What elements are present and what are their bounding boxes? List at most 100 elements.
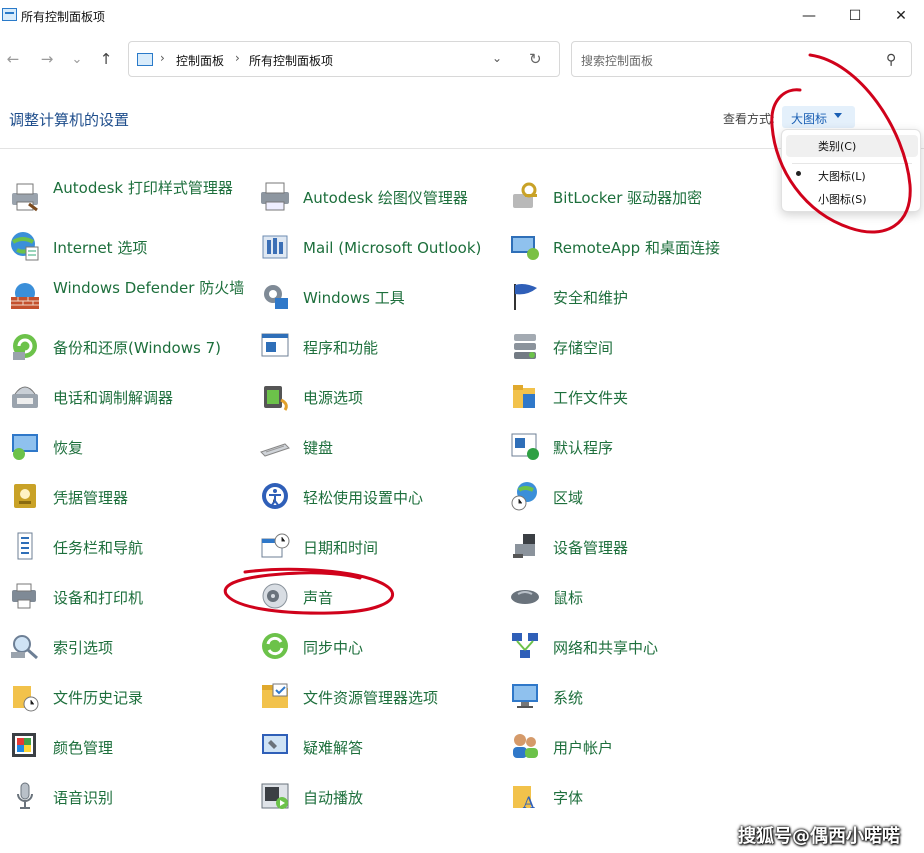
region-icon [511, 482, 537, 511]
recent-locations-button[interactable]: ⌄ [64, 48, 90, 70]
menu-item-category[interactable]: 类别(C) [818, 138, 856, 154]
control-panel-item-label: 疑难解答 [303, 739, 364, 757]
color-management-icon [12, 733, 36, 757]
control-panel-item-label: 鼠标 [553, 589, 584, 607]
control-panel-item-label: Windows Defender 防火墙 [53, 279, 245, 297]
control-panel-item-label: 设备和打印机 [53, 589, 144, 607]
control-panel-item-label: 网络和共享中心 [553, 639, 659, 657]
recovery-icon [12, 434, 38, 460]
user-accounts-icon [513, 734, 538, 758]
menu-item-small-icons[interactable]: 小图标(S) [818, 191, 867, 207]
control-panel-item-label: Internet 选项 [53, 239, 148, 257]
control-panel-item-label: 系统 [553, 689, 584, 707]
microphone-icon [17, 782, 33, 809]
control-panel-item-label: 备份和还原(Windows 7) [53, 339, 221, 357]
control-panel-item-label: 工作文件夹 [553, 389, 629, 407]
control-panel-item-label: 程序和功能 [303, 339, 379, 357]
control-panel-item-label: 颜色管理 [53, 739, 114, 757]
control-panel-item-label: BitLocker 驱动器加密 [553, 189, 703, 207]
bitlocker-icon [513, 182, 537, 208]
internet-options-icon [11, 232, 39, 261]
menu-separator [792, 163, 912, 164]
selected-bullet-icon [796, 171, 801, 176]
device-manager-icon [513, 534, 535, 558]
taskbar-icon [17, 532, 33, 560]
plotter-icon [261, 182, 289, 211]
indexing-icon [11, 635, 38, 660]
search-placeholder: 搜索控制面板 [581, 54, 654, 68]
address-dropdown-button[interactable]: ⌄ [492, 51, 502, 65]
close-button[interactable]: ✕ [878, 0, 924, 32]
view-by-label: 查看方式: [723, 112, 776, 126]
control-panel-item-label: 同步中心 [303, 639, 364, 657]
printer-style-icon [12, 183, 38, 212]
refresh-button[interactable]: ↻ [529, 50, 542, 68]
minimize-button[interactable]: — [786, 0, 832, 32]
window-title: 所有控制面板项 [21, 10, 106, 24]
breadcrumb-separator: › [235, 51, 240, 65]
watermark-text: 搜狐号@偶西小喏喏 [738, 826, 900, 847]
control-panel-item-label: Autodesk 打印样式管理器 [53, 179, 233, 197]
control-panel-item-label: 索引选项 [53, 639, 114, 657]
control-panel-item-label: 安全和维护 [553, 289, 629, 307]
backup-icon [13, 334, 37, 360]
back-button[interactable]: ← [0, 48, 26, 70]
control-panel-item-label: 文件资源管理器选项 [303, 689, 439, 707]
ease-of-access-icon [262, 483, 288, 509]
control-panel-item-label: 默认程序 [553, 439, 614, 457]
control-panel-item-label: 字体 [553, 789, 584, 807]
control-panel-item-label: 键盘 [303, 439, 334, 457]
control-panel-item-label: 任务栏和导航 [53, 539, 144, 557]
control-panel-icon [2, 8, 17, 21]
chevron-down-icon [834, 113, 842, 118]
firewall-icon [11, 283, 39, 309]
default-programs-icon [511, 433, 539, 460]
control-panel-item-label: 自动播放 [303, 789, 364, 807]
control-panel-item-label: Windows 工具 [303, 289, 405, 307]
page-title: 调整计算机的设置 [9, 111, 130, 129]
control-panel-item-label: 区域 [553, 489, 584, 507]
remoteapp-icon [511, 236, 539, 260]
system-monitor-icon [512, 684, 538, 708]
credential-icon [14, 484, 36, 508]
keyboard-icon [260, 443, 290, 457]
programs-icon [261, 333, 289, 357]
mouse-icon [511, 590, 539, 604]
control-panel-item-label: 语音识别 [53, 789, 114, 807]
devices-printers-icon [12, 583, 36, 609]
control-panel-item-label: 设备管理器 [553, 539, 629, 557]
view-by-dropdown[interactable]: 大图标 [782, 106, 855, 128]
calendar-clock-icon [261, 533, 290, 558]
maximize-button[interactable]: ☐ [832, 0, 878, 32]
work-folders-icon [513, 385, 535, 408]
menu-item-large-icons[interactable]: 大图标(L) [818, 168, 866, 184]
control-panel-item-label: 电源选项 [303, 389, 364, 407]
search-icon[interactable]: ⚲ [886, 52, 896, 68]
control-panel-item-label: Autodesk 绘图仪管理器 [303, 189, 468, 207]
control-panel-item-label: 用户帐户 [553, 739, 614, 757]
breadcrumb-control-panel[interactable]: 控制面板 [176, 52, 224, 69]
forward-button[interactable]: → [34, 48, 60, 70]
view-by-value: 大图标 [791, 112, 828, 126]
fonts-icon: A [513, 786, 535, 812]
network-icon [512, 633, 538, 658]
autoplay-icon [261, 783, 289, 809]
control-panel-item-label: RemoteApp 和桌面连接 [553, 239, 720, 257]
up-button[interactable]: ↑ [93, 48, 119, 70]
power-icon [264, 386, 288, 411]
speaker-icon [262, 583, 288, 609]
address-bar[interactable]: › 控制面板 › 所有控制面板项 ⌄ ↻ [128, 41, 560, 77]
breadcrumb-separator: › [160, 51, 165, 65]
control-panel-icon [137, 53, 153, 66]
folder-options-icon [262, 683, 288, 708]
windows-tools-icon [264, 285, 288, 309]
storage-icon [514, 334, 536, 359]
breadcrumb-all-items[interactable]: 所有控制面板项 [249, 52, 333, 69]
search-input[interactable]: 搜索控制面板 ⚲ [571, 41, 912, 77]
control-panel-item-label: 凭据管理器 [53, 489, 129, 507]
troubleshoot-icon [262, 734, 288, 754]
svg-text:A: A [522, 793, 535, 812]
control-panel-item-label: 声音 [303, 589, 334, 607]
control-panel-item-label: 存储空间 [553, 339, 614, 357]
control-panel-item-label: 文件历史记录 [53, 689, 144, 707]
